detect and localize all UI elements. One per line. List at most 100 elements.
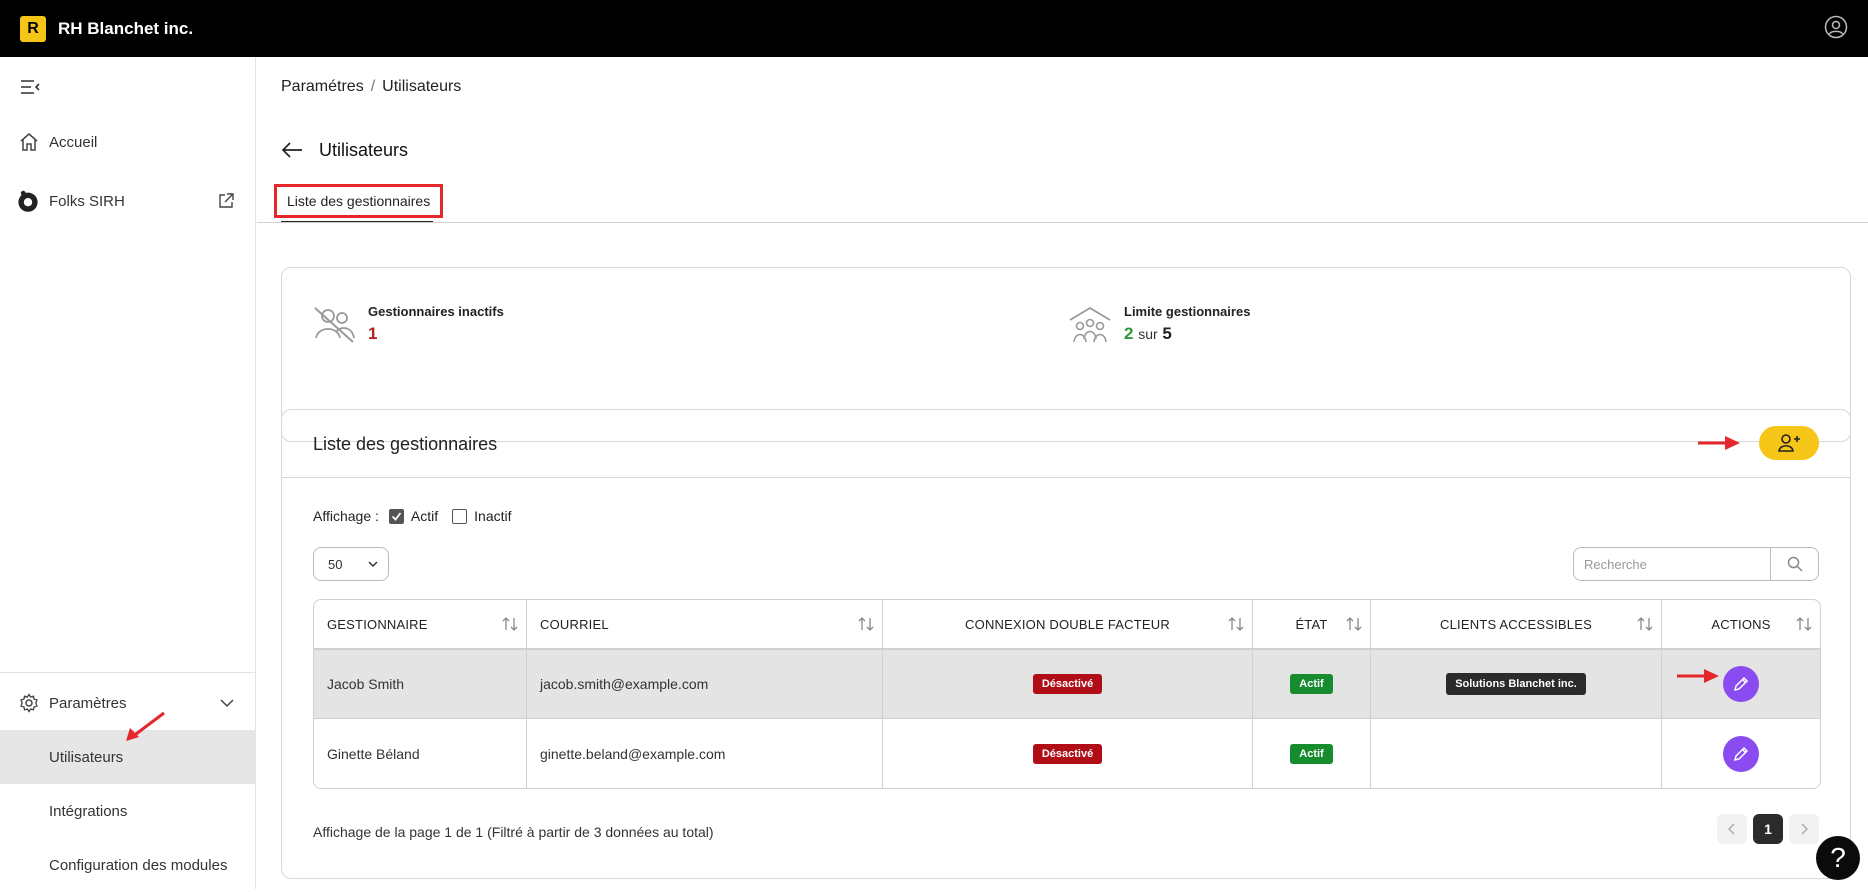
column-header-courriel[interactable]: COURRIEL — [527, 600, 883, 648]
column-label: ÉTAT — [1295, 616, 1328, 632]
search-button[interactable] — [1770, 548, 1818, 580]
cell-actions — [1662, 650, 1820, 718]
inactive-checkbox[interactable] — [452, 508, 468, 524]
column-label: ACTIONS — [1711, 616, 1771, 632]
pencil-icon — [1733, 746, 1749, 762]
sort-icon[interactable] — [1346, 617, 1362, 631]
limit-max: 5 — [1162, 324, 1172, 343]
breadcrumb-current: Utilisateurs — [382, 78, 462, 95]
column-header-etat[interactable]: ÉTAT — [1253, 600, 1371, 648]
checkmark-icon — [391, 511, 402, 521]
sort-icon[interactable] — [1228, 617, 1244, 631]
filter-label: Affichage : — [313, 508, 379, 524]
sidebar-divider — [0, 672, 256, 673]
next-page-button[interactable] — [1789, 814, 1819, 844]
status-badge: Désactivé — [1032, 744, 1103, 764]
column-label: CLIENTS ACCESSIBLES — [1440, 616, 1592, 632]
column-header-2fa[interactable]: CONNEXION DOUBLE FACTEUR — [883, 600, 1253, 648]
cell-clients: Solutions Blanchet inc. — [1371, 650, 1662, 718]
breadcrumb: Paramétres / Utilisateurs — [281, 78, 461, 96]
active-checkbox-label[interactable]: Actif — [411, 508, 438, 524]
display-filter: Affichage : Actif Inactif — [313, 508, 512, 524]
pencil-icon — [1733, 676, 1749, 692]
tab-liste-gestionnaires[interactable]: Liste des gestionnaires — [274, 184, 444, 218]
main-content: Paramétres / Utilisateurs Utilisateurs Lis… — [257, 57, 1868, 889]
column-label: CONNEXION DOUBLE FACTEUR — [965, 616, 1170, 632]
menu-collapse-icon[interactable] — [20, 79, 40, 95]
column-header-actions[interactable]: ACTIONS — [1662, 600, 1820, 648]
sidebar-item-label: Utilisateurs — [49, 748, 124, 766]
cell-email: ginette.beland@example.com — [527, 719, 883, 788]
table-row[interactable]: Ginette Béland ginette.beland@example.co… — [314, 719, 1820, 788]
pagination-info: Affichage de la page 1 de 1 (Filtré à pa… — [313, 824, 714, 840]
annotation-arrow — [126, 711, 165, 741]
column-label: GESTIONNAIRE — [327, 616, 428, 632]
sort-icon[interactable] — [502, 617, 518, 631]
managers-table: GESTIONNAIRE COURRIEL CONNEXION DOUBLE F… — [313, 599, 1821, 789]
cell-email: jacob.smith@example.com — [527, 650, 883, 718]
folks-logo-icon — [18, 190, 38, 212]
inactive-checkbox-label[interactable]: Inactif — [474, 508, 511, 524]
annotation-arrow — [1698, 436, 1740, 450]
sidebar-item-accueil[interactable]: Accueil — [0, 117, 256, 167]
status-badge: Actif — [1290, 744, 1333, 764]
active-checkbox[interactable] — [388, 508, 404, 524]
sidebar-item-configuration-modules[interactable]: Configuration des modules — [0, 838, 256, 892]
home-icon — [20, 133, 38, 151]
sidebar-item-label: Paramètres — [49, 694, 127, 712]
help-button[interactable]: ? — [1816, 836, 1860, 880]
table-row[interactable]: Jacob Smith jacob.smith@example.com Désa… — [314, 650, 1820, 719]
chevron-down-icon[interactable] — [220, 698, 234, 708]
column-label: COURRIEL — [540, 616, 609, 632]
limit-used: 2 — [1124, 324, 1134, 343]
list-card-header: Liste des gestionnaires — [282, 410, 1850, 478]
page-number-button[interactable]: 1 — [1753, 814, 1783, 844]
sort-icon[interactable] — [858, 617, 874, 631]
search-input[interactable]: Recherche — [1574, 548, 1770, 580]
previous-page-button[interactable] — [1717, 814, 1747, 844]
cell-name: Jacob Smith — [314, 650, 527, 718]
column-header-gestionnaire[interactable]: GESTIONNAIRE — [314, 600, 527, 648]
stat-label: Limite gestionnaires — [1124, 304, 1251, 319]
tabs-divider — [257, 222, 1868, 223]
status-badge: Actif — [1290, 674, 1333, 694]
search-box: Recherche — [1573, 547, 1819, 581]
sidebar: Accueil Folks SIRH Paramètres Utilisateu… — [0, 57, 256, 889]
cell-clients — [1371, 719, 1662, 788]
team-limit-icon — [1069, 306, 1111, 343]
breadcrumb-parent[interactable]: Paramétres — [281, 78, 364, 95]
app-logo: R — [20, 15, 46, 42]
annotation-arrow — [1677, 669, 1719, 683]
stat-value: 2 sur 5 — [1124, 324, 1172, 344]
sidebar-item-label: Folks SIRH — [49, 192, 125, 210]
chevron-down-icon — [368, 561, 378, 568]
cell-state: Actif — [1253, 650, 1371, 718]
stat-value: 1 — [368, 324, 378, 343]
stat-label: Gestionnaires inactifs — [368, 304, 504, 319]
column-header-clients[interactable]: CLIENTS ACCESSIBLES — [1371, 600, 1662, 648]
add-manager-button[interactable] — [1759, 426, 1819, 460]
inactive-users-icon — [314, 307, 355, 343]
user-account-icon[interactable] — [1824, 15, 1848, 39]
edit-button[interactable] — [1723, 736, 1759, 772]
top-bar: R RH Blanchet inc. — [0, 0, 1868, 57]
client-tag: Solutions Blanchet inc. — [1446, 673, 1586, 695]
cell-actions — [1662, 719, 1820, 788]
cell-state: Actif — [1253, 719, 1371, 788]
add-user-icon — [1778, 434, 1800, 452]
sort-icon[interactable] — [1637, 617, 1653, 631]
sidebar-item-folks-sirh[interactable]: Folks SIRH — [0, 176, 256, 226]
managers-list-card: Liste des gestionnaires Affichage : Acti… — [281, 409, 1851, 879]
chevron-left-icon — [1728, 823, 1735, 835]
edit-button[interactable] — [1723, 666, 1759, 702]
sort-icon[interactable] — [1796, 617, 1812, 631]
cell-2fa: Désactivé — [883, 719, 1253, 788]
external-link-icon[interactable] — [218, 193, 234, 209]
back-arrow-icon[interactable] — [281, 141, 303, 159]
sidebar-item-label: Configuration des modules — [49, 856, 228, 874]
breadcrumb-separator: / — [370, 78, 376, 95]
chevron-right-icon — [1801, 823, 1808, 835]
page-size-select[interactable]: 50 — [313, 547, 389, 581]
sidebar-item-integrations[interactable]: Intégrations — [0, 784, 256, 838]
sidebar-item-label: Intégrations — [49, 802, 128, 820]
